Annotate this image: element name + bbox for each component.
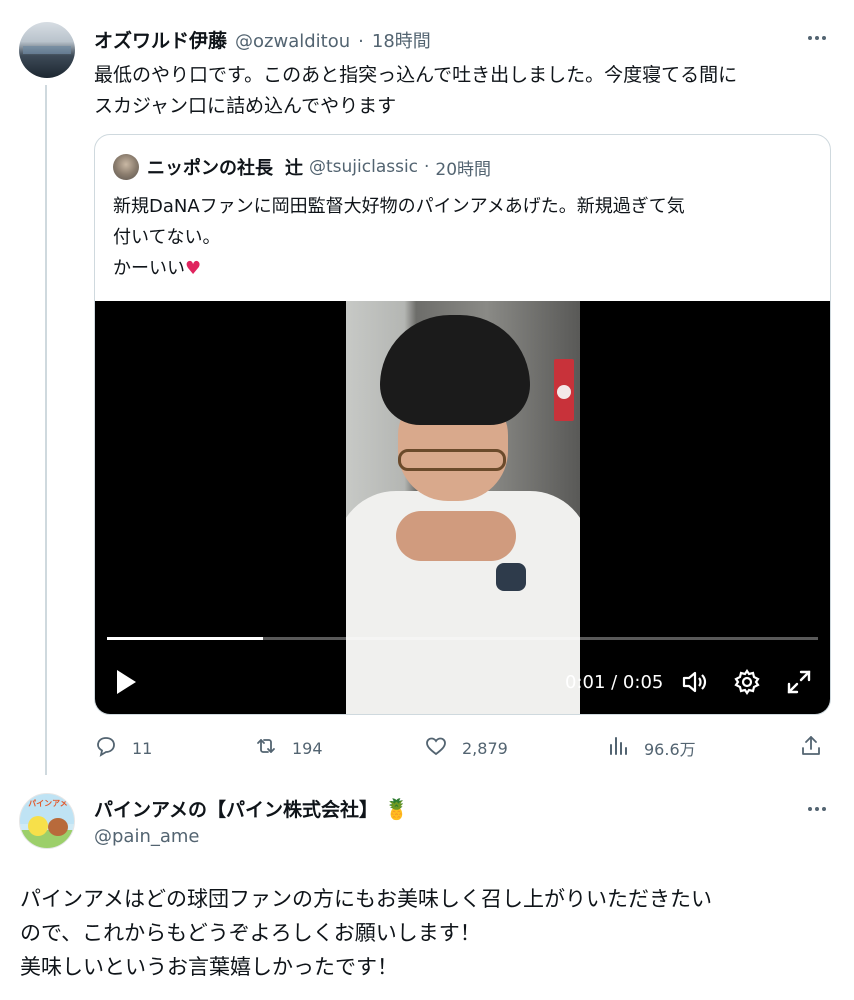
like-icon	[424, 734, 448, 762]
views-button[interactable]: 96.6万	[606, 734, 696, 762]
reply-text-line: 美味しいというお言葉嬉しかったです！	[20, 955, 398, 979]
author-handle[interactable]: @pain_ame	[94, 826, 200, 847]
play-icon[interactable]	[113, 667, 139, 697]
quote-text-line: 新規DaNAファンに岡田監督大好物のパインアメあげた。新規過ぎて気	[113, 196, 685, 217]
more-icon[interactable]	[803, 28, 831, 48]
reply-count: 11	[132, 738, 153, 758]
more-icon[interactable]	[803, 799, 831, 819]
tweet-text-line: 最低のやり口です。このあと指突っ込んで吐き出しました。今度寝てる間に	[94, 64, 738, 86]
video-time: 0:01 / 0:05	[565, 672, 664, 693]
author-name[interactable]: パインアメの【パイン株式会社】	[94, 795, 378, 822]
retweet-button[interactable]: 194	[254, 734, 323, 762]
tweet-header: オズワルド伊藤 @ozwalditou · 18時間	[94, 26, 431, 52]
views-icon	[606, 734, 630, 762]
author-handle[interactable]: @ozwalditou	[235, 31, 350, 52]
quote-text: 新規DaNAファンに岡田監督大好物のパインアメあげた。新規過ぎて気 付いてない。…	[113, 191, 813, 284]
video-progress-fill	[107, 637, 264, 640]
reply-text-line: ので、これからもどうぞよろしくお願いします！	[20, 921, 481, 945]
reply-icon	[94, 734, 118, 762]
reply-text: パインアメはどの球団ファンの方にもお美味しく召し上がりいただきたい ので、これか…	[20, 882, 840, 984]
quote-text-line: かーいい♥	[113, 253, 813, 284]
tweet-text-line: スカジャン口に詰め込んでやります	[94, 95, 397, 117]
video-frame[interactable]	[346, 301, 580, 714]
quote-header: ニッポンの社長 辻 @tsujiclassic · 20時間	[113, 153, 491, 181]
volume-icon[interactable]	[680, 667, 710, 697]
reply-button[interactable]: 11	[94, 734, 152, 762]
retweet-count: 194	[292, 738, 323, 758]
fullscreen-icon[interactable]	[784, 667, 814, 697]
quote-text-line3: かーいい	[113, 258, 185, 279]
like-count: 2,879	[462, 738, 508, 758]
separator: ·	[358, 31, 364, 52]
settings-icon[interactable]	[732, 667, 762, 697]
action-bar: 11 194 2,879 96.6万	[94, 734, 834, 764]
video-player[interactable]: 0:01 / 0:05	[95, 301, 830, 714]
heart-emoji: ♥	[185, 258, 202, 279]
retweet-icon	[254, 734, 278, 762]
share-icon	[799, 734, 823, 762]
quote-text-line: 付いてない。	[113, 227, 221, 248]
tweet-text: 最低のやり口です。このあと指突っ込んで吐き出しました。今度寝てる間に スカジャン…	[94, 60, 834, 122]
author-name[interactable]: オズワルド伊藤	[94, 26, 227, 53]
quote-author-name-suffix: 辻	[285, 158, 303, 179]
quote-avatar	[113, 154, 139, 180]
reply-header: パインアメの【パイン株式会社】 🍍	[94, 795, 409, 822]
views-count: 96.6万	[644, 740, 696, 759]
quote-author-name: ニッポンの社長	[147, 158, 273, 179]
quote-time: 20時間	[435, 159, 492, 180]
share-button[interactable]	[799, 734, 823, 762]
like-button[interactable]: 2,879	[424, 734, 508, 762]
separator: ·	[424, 157, 430, 177]
quote-handle: @tsujiclassic	[309, 157, 419, 177]
tweet[interactable]: オズワルド伊藤 @ozwalditou · 18時間 最低のやり口です。このあと…	[0, 0, 854, 780]
video-progress-bar[interactable]	[107, 637, 818, 640]
avatar[interactable]: パインアメ	[19, 793, 75, 849]
avatar[interactable]	[19, 22, 75, 78]
tweet-time[interactable]: 18時間	[372, 27, 431, 53]
pineapple-emoji: 🍍	[384, 796, 409, 821]
quoted-tweet[interactable]: ニッポンの社長 辻 @tsujiclassic · 20時間 新規DaNAファン…	[94, 134, 831, 715]
reply-text-line: パインアメはどの球団ファンの方にもお美味しく召し上がりいただきたい	[20, 887, 712, 911]
avatar-logo-text: パインアメ	[28, 799, 68, 808]
